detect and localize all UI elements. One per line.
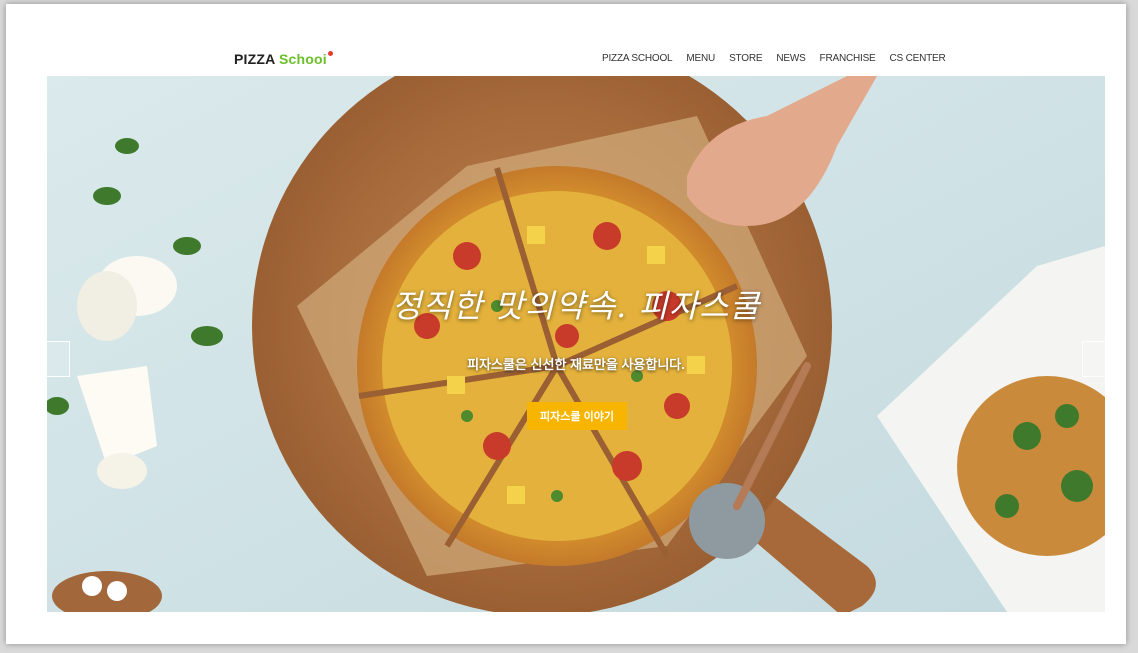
logo-dot-icon [327,51,333,56]
hero-subtitle: 피자스쿨은 신선한 재료만을 사용합니다. [467,357,685,372]
nav-franchise[interactable]: FRANCHISE [820,53,876,64]
nav-pizza-school[interactable]: PIZZA SCHOOL [602,53,673,64]
nav-menu[interactable]: MENU [686,53,715,64]
logo-pizza: PIZZA [234,51,275,67]
hero-story-button[interactable]: 피자스쿨 이야기 [527,402,627,430]
nav-news[interactable]: NEWS [776,53,805,64]
logo-school: Schooi [279,51,327,67]
hero-background-image [47,76,1105,612]
hero-banner: 정직한 맛의약속. 피자스쿨 피자스쿨은 신선한 재료만을 사용합니다. 피자스… [47,76,1105,612]
carousel-next-button[interactable] [1082,341,1105,377]
hero-title: 정직한 맛의약속. 피자스쿨 [391,287,761,325]
site-header: PIZZA Schooi PIZZA SCHOOL MENU STORE NEW… [6,4,1126,76]
main-nav: PIZZA SCHOOL MENU STORE NEWS FRANCHISE C… [602,53,946,64]
nav-store[interactable]: STORE [729,53,762,64]
browser-frame: PIZZA Schooi PIZZA SCHOOL MENU STORE NEW… [6,4,1126,644]
carousel-prev-button[interactable] [47,341,70,377]
nav-cs-center[interactable]: CS CENTER [890,53,946,64]
site-logo[interactable]: PIZZA Schooi [234,51,333,67]
